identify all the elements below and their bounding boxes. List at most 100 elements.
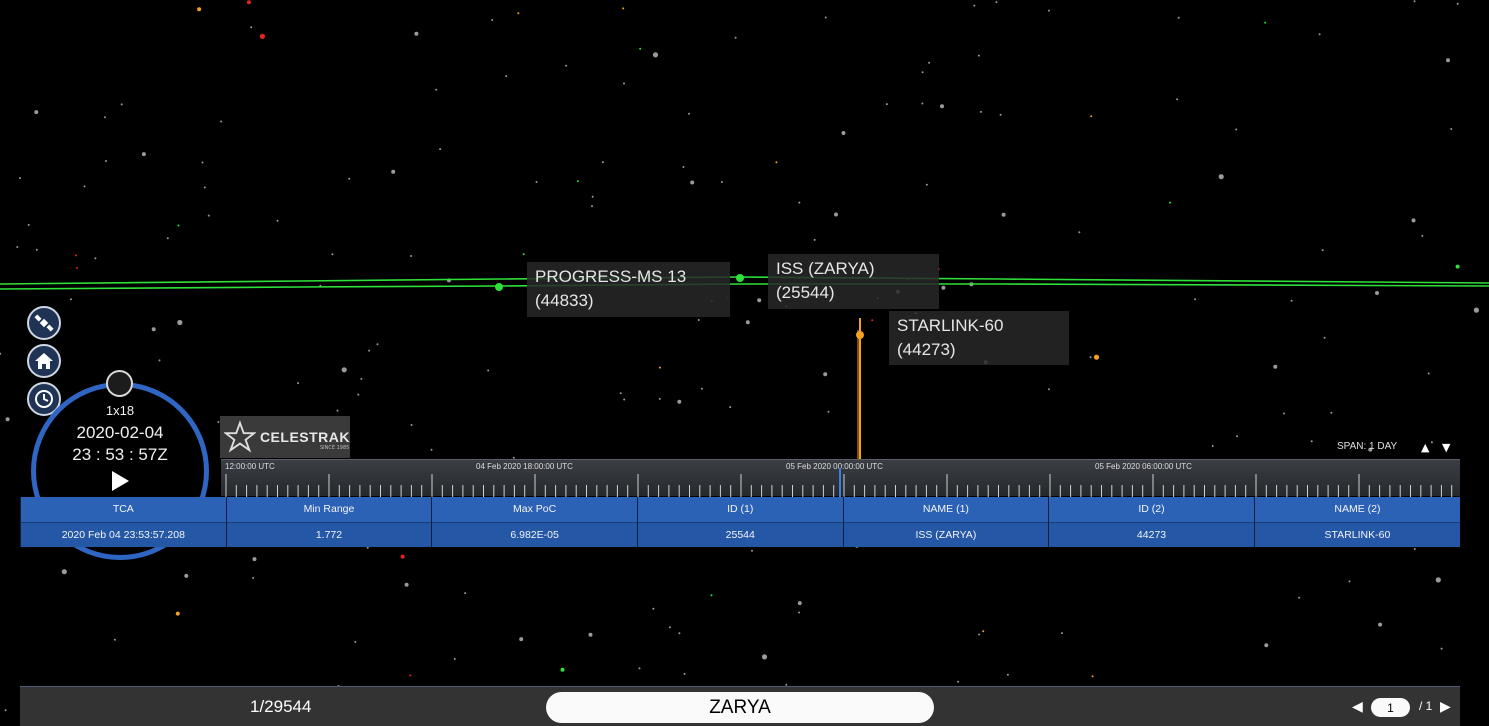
star-dot <box>0 352 2 355</box>
iss-label[interactable]: ISS (ZARYA) (25544) <box>768 254 939 309</box>
star-dot <box>1450 128 1453 130</box>
star-dot <box>1413 548 1416 550</box>
star-dot <box>400 554 405 559</box>
page-number-input[interactable] <box>1371 698 1410 717</box>
span-increase-button[interactable]: ▲ <box>1421 441 1429 454</box>
star-dot <box>1375 291 1379 295</box>
prev-page-button[interactable]: ◀ <box>1352 699 1363 715</box>
cell-name-1: ISS (ZARYA) <box>842 521 1049 547</box>
span-decrease-button[interactable]: ▼ <box>1442 441 1450 454</box>
star-dot <box>1090 115 1093 118</box>
iss-satellite-dot[interactable] <box>736 274 744 282</box>
star-dot <box>151 327 156 332</box>
star-dot <box>1283 412 1285 415</box>
column-header-id-1[interactable]: ID (1) <box>636 497 844 522</box>
home-button[interactable] <box>27 344 61 378</box>
star-dot <box>1001 212 1006 217</box>
star-dot <box>619 392 622 395</box>
star-dot <box>1236 435 1239 438</box>
star-dot <box>734 36 737 39</box>
star-dot <box>834 212 838 217</box>
star-dot <box>203 186 206 189</box>
star-dot <box>519 637 524 642</box>
star-dot <box>1176 98 1179 101</box>
next-page-button[interactable]: ▶ <box>1440 699 1451 715</box>
clock-time: 23 : 53 : 57Z <box>72 445 168 464</box>
star-dot <box>683 672 686 675</box>
timeline-current-marker[interactable] <box>839 468 841 497</box>
clock-speed-knob[interactable] <box>106 370 133 397</box>
star-dot <box>252 576 255 579</box>
star-dot <box>336 409 339 412</box>
conjunction-table: TCA Min Range Max PoC ID (1) NAME (1) ID… <box>20 497 1460 547</box>
star-dot <box>1321 249 1324 252</box>
home-icon <box>35 353 53 369</box>
star-dot <box>761 654 768 660</box>
star-dot <box>376 343 379 346</box>
star-dot <box>5 417 10 422</box>
star-dot <box>404 582 409 587</box>
star-dot <box>697 319 700 321</box>
star-dot <box>1078 231 1081 234</box>
star-dot <box>827 410 830 413</box>
star-dot <box>576 180 579 183</box>
star-dot <box>76 266 78 269</box>
star-dot <box>1091 675 1094 678</box>
star-dot <box>259 33 265 40</box>
star-logo-icon <box>224 420 256 453</box>
starlink-label[interactable]: STARLINK-60 (44273) <box>889 311 1069 365</box>
star-dot <box>1348 580 1351 583</box>
star-dot <box>535 181 538 183</box>
timeline-bar[interactable]: 12:00:00 UTC 04 Feb 2020 18:00:00 UTC 05… <box>221 459 1460 497</box>
star-dot <box>941 285 946 290</box>
star-dot <box>276 219 279 222</box>
star-dot <box>921 102 924 105</box>
star-dot <box>565 64 568 67</box>
star-dot <box>601 161 604 164</box>
star-dot <box>591 205 593 208</box>
star-dot <box>439 148 442 151</box>
play-icon <box>112 471 129 491</box>
star-dot <box>517 12 520 15</box>
logo-text: CELESTRAK <box>259 429 350 445</box>
starlink-satellite-dot[interactable] <box>856 331 864 339</box>
search-input[interactable] <box>546 692 934 723</box>
cell-min-range: 1.772 <box>225 521 432 547</box>
star-dot <box>61 569 67 575</box>
star-dot <box>745 320 750 325</box>
star-dot <box>175 611 180 616</box>
star-dot <box>978 633 981 636</box>
column-header-id-2[interactable]: ID (2) <box>1048 497 1255 522</box>
star-dot <box>357 393 360 396</box>
star-dot <box>414 31 419 36</box>
star-dot <box>207 214 210 217</box>
cell-tca: 2020 Feb 04 23:53:57.208 <box>20 521 227 547</box>
star-dot <box>1318 33 1321 36</box>
star-dot <box>105 160 107 162</box>
star-dot <box>940 104 944 109</box>
star-dot <box>668 626 671 629</box>
space-scene[interactable] <box>0 0 1489 726</box>
star-dot <box>652 52 659 58</box>
star-dot <box>1411 218 1416 223</box>
satellite-button[interactable] <box>27 306 61 340</box>
column-header-min-range[interactable]: Min Range <box>225 497 432 522</box>
column-header-tca[interactable]: TCA <box>20 497 227 522</box>
column-header-max-poc[interactable]: Max PoC <box>431 497 638 522</box>
progress-label[interactable]: PROGRESS-MS 13 (44833) <box>527 262 730 317</box>
star-dot <box>246 0 251 5</box>
star-dot <box>410 255 413 257</box>
star-dot <box>639 47 642 50</box>
star-dot <box>1177 16 1180 19</box>
iss-label-id: (25544) <box>776 283 835 302</box>
star-dot <box>1218 174 1224 180</box>
table-row[interactable]: 2020 Feb 04 23:53:57.208 1.772 6.982E-05… <box>20 521 1460 547</box>
star-dot <box>1264 643 1269 648</box>
column-header-name-1[interactable]: NAME (1) <box>842 497 1049 522</box>
star-dot <box>366 546 369 549</box>
star-dot <box>197 7 202 12</box>
column-header-name-2[interactable]: NAME (2) <box>1253 497 1460 522</box>
progress-satellite-dot[interactable] <box>495 283 503 291</box>
play-button[interactable] <box>109 470 131 492</box>
star-dot <box>141 152 146 157</box>
